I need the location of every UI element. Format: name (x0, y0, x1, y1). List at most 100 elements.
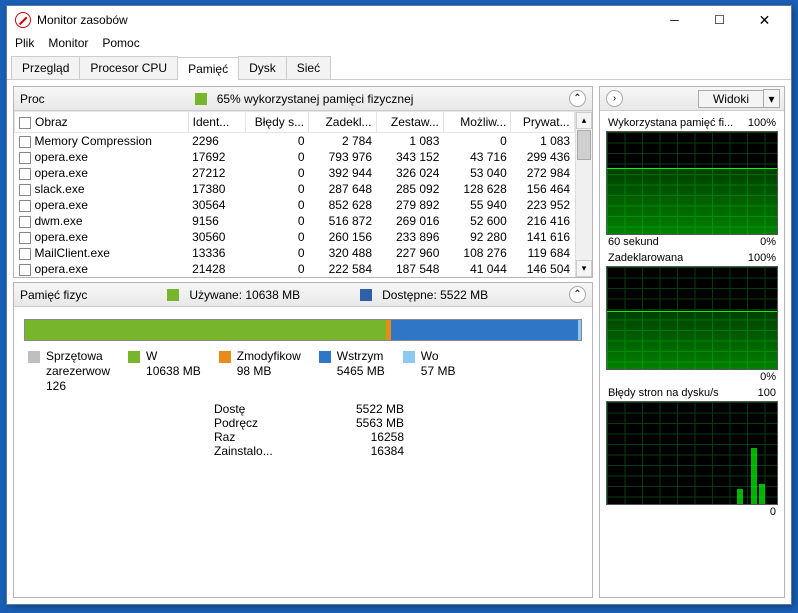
summary-row: Dostę5522 MB (214, 402, 592, 416)
graph-committed: Zadeklarowana 100% 0% (606, 252, 778, 383)
checkbox[interactable] (19, 117, 31, 129)
tab-memory[interactable]: Pamięć (177, 57, 239, 80)
swatch-icon (28, 351, 40, 363)
graph-canvas (606, 266, 778, 370)
right-header: › Widoki ▾ (600, 87, 784, 111)
right-pane: › Widoki ▾ Wykorzystana pamięć fi... 100… (599, 86, 785, 598)
table-row[interactable]: Memory Compression229602 7841 08301 083 (15, 133, 592, 150)
graph-used-memory: Wykorzystana pamięć fi... 100% 60 sekund… (606, 117, 778, 248)
col-workingset[interactable]: Zestaw... (376, 112, 443, 133)
tabs: Przegląd Procesor CPU Pamięć Dysk Sieć (7, 56, 791, 80)
checkbox[interactable] (19, 152, 31, 164)
checkbox[interactable] (19, 168, 31, 180)
memory-header[interactable]: Pamięć fizyc Używane: 10638 MB Dostępne:… (14, 283, 592, 307)
processes-title: Proc (20, 92, 45, 106)
legend-item: Wstrzym5465 MB (319, 349, 385, 394)
tab-disk[interactable]: Dysk (238, 56, 287, 79)
views-button[interactable]: Widoki (698, 90, 764, 108)
summary-row: Raz16258 (214, 430, 592, 444)
memory-title: Pamięć fizyc (20, 288, 87, 302)
checkbox[interactable] (19, 232, 31, 244)
legend-item: W10638 MB (128, 349, 201, 394)
table-row[interactable]: opera.exe305640852 628279 89255 940223 9… (15, 197, 592, 213)
window-title: Monitor zasobów (37, 13, 652, 27)
summary-row: Zainstalo...16384 (214, 444, 592, 458)
col-shareable[interactable]: Możliw... (443, 112, 510, 133)
processes-panel: Proc 65% wykorzystanej pamięci fizycznej… (13, 86, 593, 278)
checkbox[interactable] (19, 184, 31, 196)
avail-swatch-icon (360, 289, 372, 301)
table-header-row: Obraz Ident... Błędy s... Zadekl... Zest… (15, 112, 592, 133)
summary-row: Podręcz5563 MB (214, 416, 592, 430)
table-row[interactable]: opera.exe272120392 944326 02453 040272 9… (15, 165, 592, 181)
memory-bar (24, 319, 582, 341)
titlebar[interactable]: Monitor zasobów ─ ☐ ✕ (7, 6, 791, 34)
tab-network[interactable]: Sieć (286, 56, 331, 79)
col-private[interactable]: Prywat... (511, 112, 574, 133)
graph-title: Zadeklarowana (608, 252, 683, 264)
graph-title: Błędy stron na dysku/s (608, 387, 719, 399)
views-dropdown-icon[interactable]: ▾ (763, 89, 780, 108)
content: Proc 65% wykorzystanej pamięci fizycznej… (7, 80, 791, 604)
processes-header[interactable]: Proc 65% wykorzystanej pamięci fizycznej… (14, 87, 592, 111)
left-pane: Proc 65% wykorzystanej pamięci fizycznej… (13, 86, 593, 598)
checkbox[interactable] (19, 200, 31, 212)
graph-max: 100% (748, 117, 776, 129)
window: Monitor zasobów ─ ☐ ✕ Plik Monitor Pomoc… (6, 5, 792, 605)
swatch-icon (219, 351, 231, 363)
menu-plik[interactable]: Plik (15, 36, 34, 50)
table-row[interactable]: opera.exe305600260 156233 89692 280141 6… (15, 229, 592, 245)
checkbox[interactable] (19, 264, 31, 276)
memory-panel: Pamięć fizyc Używane: 10638 MB Dostępne:… (13, 282, 593, 598)
legend-item: Zmodyfikow98 MB (219, 349, 301, 394)
checkbox[interactable] (19, 136, 31, 148)
scroll-down-button[interactable]: ▾ (576, 260, 592, 277)
table-row[interactable]: dwm.exe91560516 872269 01652 600216 416 (15, 213, 592, 229)
graph-foot-l: 60 sekund (608, 236, 659, 248)
avail-label: Dostępne: 5522 MB (382, 288, 488, 302)
collapse-button[interactable]: ⌃ (569, 90, 586, 107)
used-swatch-icon (167, 289, 179, 301)
tab-cpu[interactable]: Procesor CPU (79, 56, 178, 79)
usage-swatch-icon (195, 93, 207, 105)
graph-canvas (606, 401, 778, 505)
used-label: Używane: 10638 MB (189, 288, 300, 302)
process-table: Obraz Ident... Błędy s... Zadekl... Zest… (14, 111, 592, 277)
expand-button[interactable]: › (606, 90, 623, 107)
legend-item: Wo57 MB (403, 349, 456, 394)
menu-monitor[interactable]: Monitor (48, 36, 88, 50)
memory-legend: Sprzętowazarezerwow126W10638 MBZmodyfiko… (14, 349, 592, 402)
graph-foot-r: 0% (760, 236, 776, 248)
table-row[interactable]: opera.exe176920793 976343 15243 716299 4… (15, 149, 592, 165)
usage-text: 65% wykorzystanej pamięci fizycznej (217, 92, 414, 106)
close-button[interactable]: ✕ (742, 6, 787, 34)
graph-page-faults: Błędy stron na dysku/s 100 0 (606, 387, 778, 518)
collapse-button[interactable]: ⌃ (569, 286, 586, 303)
swatch-icon (403, 351, 415, 363)
col-faults[interactable]: Błędy s... (245, 112, 308, 133)
scroll-up-button[interactable]: ▴ (576, 112, 592, 129)
scrollbar[interactable]: ▴ ▾ (575, 112, 592, 277)
table-row[interactable]: slack.exe173800287 648285 092128 628156 … (15, 181, 592, 197)
graphs: Wykorzystana pamięć fi... 100% 60 sekund… (600, 111, 784, 597)
col-image[interactable]: Obraz (15, 112, 189, 133)
table-row[interactable]: opera.exe214280222 584187 54841 044146 5… (15, 261, 592, 277)
minimize-button[interactable]: ─ (652, 6, 697, 34)
swatch-icon (319, 351, 331, 363)
graph-max: 100 (758, 387, 776, 399)
scroll-thumb[interactable] (577, 130, 591, 160)
app-icon (15, 12, 31, 28)
memory-summary: Dostę5522 MBPodręcz5563 MBRaz16258Zainst… (14, 402, 592, 458)
tab-overview[interactable]: Przegląd (11, 56, 80, 79)
checkbox[interactable] (19, 216, 31, 228)
maximize-button[interactable]: ☐ (697, 6, 742, 34)
graph-max: 100% (748, 252, 776, 264)
menubar: Plik Monitor Pomoc (7, 34, 791, 56)
graph-foot-r: 0% (760, 371, 776, 383)
col-commit[interactable]: Zadekl... (309, 112, 376, 133)
col-pid[interactable]: Ident... (188, 112, 245, 133)
table-row[interactable]: MailClient.exe133360320 488227 960108 27… (15, 245, 592, 261)
menu-pomoc[interactable]: Pomoc (102, 36, 139, 50)
checkbox[interactable] (19, 248, 31, 260)
graph-title: Wykorzystana pamięć fi... (608, 117, 733, 129)
